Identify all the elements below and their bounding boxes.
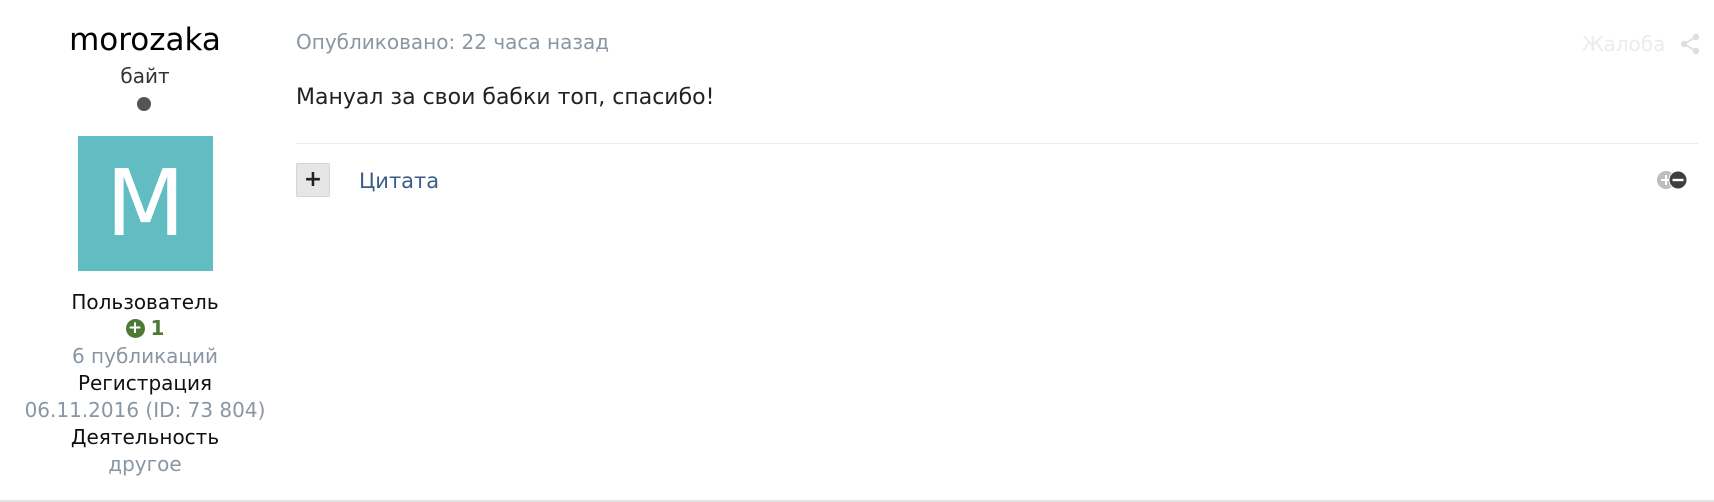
registration-label: Регистрация xyxy=(77,371,213,395)
reputation-badge: + 1 xyxy=(0,315,290,342)
author-rank: байт xyxy=(120,64,170,88)
reputation-value: 1 xyxy=(150,316,165,340)
report-link[interactable]: Жалоба xyxy=(1582,31,1665,57)
multiquote-button[interactable]: + xyxy=(296,163,330,197)
author-group: Пользователь xyxy=(71,290,219,314)
activity-label: Деятельность xyxy=(70,425,220,449)
post-body: Мануал за свои бабки топ, спасибо! xyxy=(296,85,715,110)
share-icon[interactable] xyxy=(1678,32,1702,56)
divider xyxy=(296,143,1698,144)
registration-value: 06.11.2016 (ID: 73 804) xyxy=(24,398,266,422)
author-username[interactable]: morozaka xyxy=(0,18,290,62)
forum-post: morozaka байт M Пользователь + 1 6 публи… xyxy=(0,0,1714,502)
author-posts-count[interactable]: 6 публикаций xyxy=(0,343,290,370)
avatar[interactable]: M xyxy=(78,136,213,271)
author-panel: morozaka байт M Пользователь + 1 6 публи… xyxy=(0,0,290,500)
quote-button[interactable]: Цитата xyxy=(359,166,439,196)
reaction-icon[interactable] xyxy=(1656,169,1690,191)
post-date: Опубликовано: 22 часа назад xyxy=(296,30,610,54)
plus-circle-icon: + xyxy=(125,319,145,338)
activity-value: другое xyxy=(108,452,182,476)
offline-dot-icon xyxy=(137,97,151,111)
